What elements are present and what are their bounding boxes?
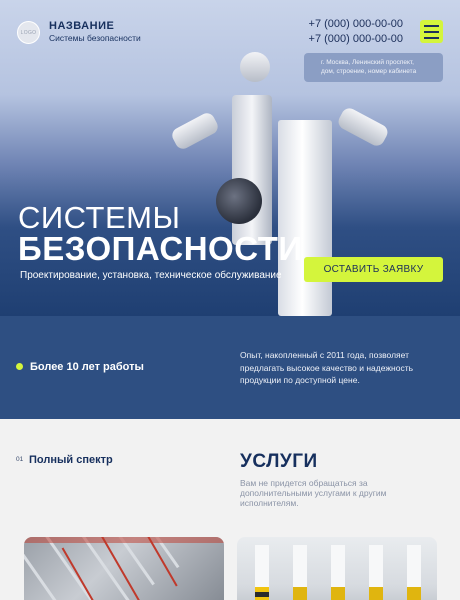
service-item-title[interactable]: Полный спектр [29,454,113,466]
phone-link-2[interactable]: +7 (000) 000-00-00 [309,33,403,45]
card-detail [24,537,224,543]
hero-section: LOGO НАЗВАНИЕ Системы безопасности +7 (0… [0,0,460,316]
brand-subtitle: Системы безопасности [49,33,141,43]
service-card-wiring-image[interactable] [24,537,224,600]
services-description: Вам не придется обращаться за дополнител… [240,478,387,508]
service-number: 01 [16,456,24,463]
services-heading: УСЛУГИ [240,451,318,472]
address-line-2: дом, строение, номер кабинета [321,68,417,75]
brand-name: НАЗВАНИЕ [49,20,115,32]
security-camera-top [240,52,270,82]
hero-title-line-2: БЕЗОПАСНОСТИ [18,230,303,267]
security-camera-right [335,105,391,149]
hamburger-icon-line [424,36,439,39]
address-box: г. Москва, Ленинский проспект, дом, стро… [304,53,443,82]
experience-years: Более 10 лет работы [30,361,144,373]
address-line-1: г. Москва, Ленинский проспект, [321,59,414,66]
logo[interactable]: LOGO [17,21,40,44]
hamburger-icon-line [424,30,439,33]
logo-text: LOGO [20,29,37,36]
security-camera-left [169,110,221,152]
dome-camera [216,178,262,224]
request-button[interactable]: ОСТАВИТЬ ЗАЯВКУ [304,257,443,282]
phone-link-1[interactable]: +7 (000) 000-00-00 [309,18,403,30]
hero-subtitle: Проектирование, установка, техническое о… [20,270,282,281]
experience-description: Опыт, накопленный с 2011 года, позволяет… [240,350,414,385]
menu-button[interactable] [420,20,443,43]
hamburger-icon-line [424,24,439,27]
service-card-parking-image[interactable] [237,537,437,600]
camera-pole [278,120,332,316]
bullet-dot-icon [16,363,23,370]
